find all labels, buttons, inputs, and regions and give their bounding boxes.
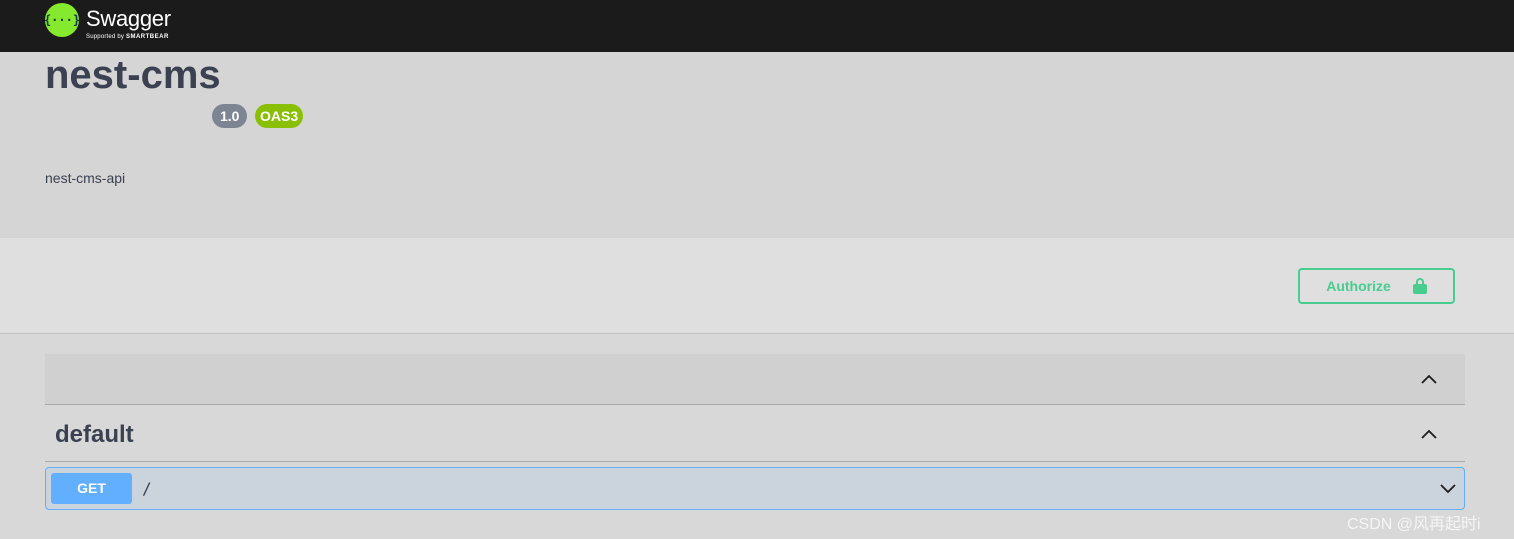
info-section [0, 52, 1514, 238]
scheme-container [0, 238, 1514, 334]
logo-sub-brand: SMARTBEAR [125, 34, 169, 40]
tag-header-default[interactable]: default [45, 405, 1465, 462]
method-badge: GET [51, 473, 132, 504]
swagger-logo-icon: {···} [44, 3, 80, 37]
chevron-up-icon[interactable] [1419, 424, 1439, 444]
lock-icon [1412, 278, 1427, 294]
api-title: nest-cms [45, 53, 221, 97]
oas-badge: OAS3 [255, 104, 304, 128]
chevron-down-icon[interactable] [1438, 478, 1458, 498]
swagger-logo-name: Swagger [86, 6, 171, 31]
operation-path: / [142, 479, 152, 498]
tag-name[interactable]: default [55, 421, 134, 449]
swagger-logo-sub: Supported by SMARTBEAR [86, 33, 171, 41]
api-description: nest-cms-api [45, 170, 126, 186]
chevron-up-icon[interactable] [1419, 369, 1439, 389]
authorize-button[interactable]: Authorize [1298, 268, 1455, 304]
watermark: CSDN @风再起时i [1347, 516, 1481, 533]
section-header-empty[interactable] [45, 354, 1465, 405]
topbar: {···} Swagger Supported by SMARTBEAR [0, 0, 1514, 52]
swagger-logo[interactable]: {···} Swagger Supported by SMARTBEAR [44, 3, 171, 45]
swagger-logo-text: Swagger Supported by SMARTBEAR [86, 3, 171, 41]
version-badge: 1.0 [212, 104, 248, 128]
authorize-label: Authorize [1326, 278, 1391, 294]
opblock-get[interactable]: GET / [45, 467, 1465, 510]
logo-sub-prefix: Supported by [86, 34, 125, 40]
